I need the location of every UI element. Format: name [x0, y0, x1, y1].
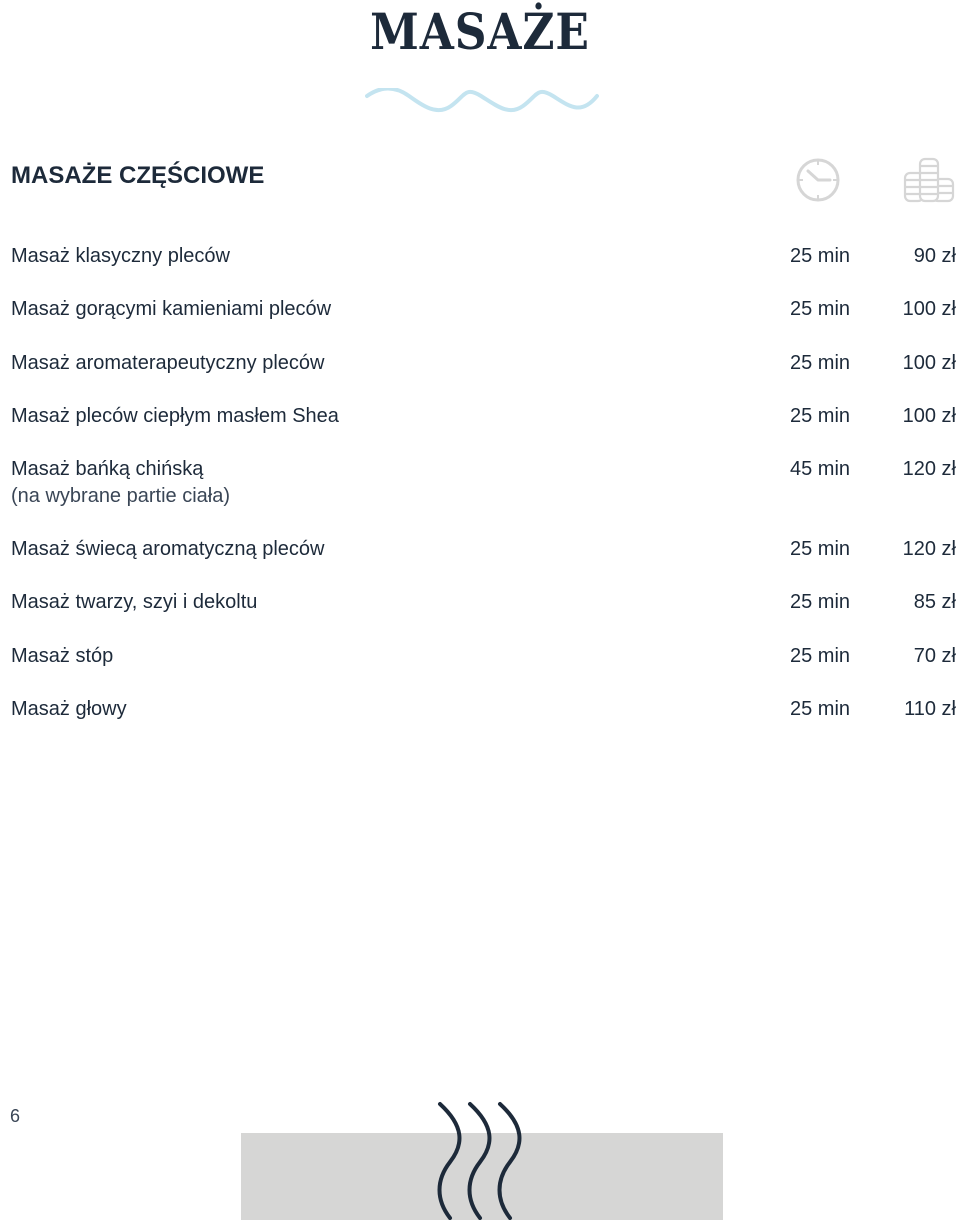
service-row: Masaż gorącymi kamieniami pleców 25 min … — [0, 293, 960, 346]
service-name: Masaż pleców ciepłym masłem Shea — [11, 404, 339, 427]
service-duration: 25 min — [789, 698, 851, 721]
service-name: Masaż twarzy, szyi i dekoltu — [11, 591, 258, 614]
section-heading: MASAŻE CZĘŚCIOWE — [11, 162, 265, 189]
service-name: Masaż stóp — [11, 644, 114, 667]
service-row: Masaż klasyczny pleców 25 min 90 zł — [0, 240, 960, 293]
service-price: 100 zł — [902, 404, 956, 427]
service-duration: 25 min — [789, 591, 851, 614]
service-name: Masaż głowy — [11, 698, 127, 721]
service-note: (na wybrane partie ciała) — [11, 485, 230, 508]
service-row: Masaż bańką chińską (na wybrane partie c… — [0, 453, 960, 533]
service-row: Masaż stóp 25 min 70 zł — [0, 640, 960, 693]
decorative-wave — [365, 88, 599, 113]
service-name: Masaż klasyczny pleców — [11, 245, 230, 267]
service-price: 110 zł — [904, 698, 956, 721]
service-row: Masaż głowy 25 min 110 zł — [0, 693, 960, 746]
steam-icon — [437, 1102, 522, 1220]
service-price: 100 zł — [902, 351, 956, 374]
service-name: Masaż bańką chińską — [11, 458, 204, 481]
service-row: Masaż aromaterapeutyczny pleców 25 min 1… — [0, 347, 960, 400]
service-price: 120 zł — [902, 458, 956, 481]
service-duration: 25 min — [789, 538, 851, 561]
service-duration: 25 min — [789, 351, 851, 374]
service-row: Masaż pleców ciepłym masłem Shea 25 min … — [0, 400, 960, 453]
service-duration: 25 min — [789, 298, 851, 321]
clock-icon — [796, 158, 840, 202]
page-number: 6 — [10, 1106, 21, 1126]
service-name: Masaż świecą aromatyczną pleców — [11, 538, 325, 561]
service-name: Masaż aromaterapeutyczny pleców — [11, 351, 325, 374]
service-price: 90 zł — [913, 245, 956, 267]
service-duration: 25 min — [789, 404, 851, 427]
service-price: 120 zł — [902, 538, 956, 561]
service-duration: 25 min — [789, 245, 851, 267]
service-list: Masaż klasyczny pleców 25 min 90 zł Masa… — [0, 240, 960, 746]
service-name: Masaż gorącymi kamieniami pleców — [11, 298, 332, 321]
service-row: Masaż świecą aromatyczną pleców 25 min 1… — [0, 533, 960, 586]
service-price: 100 zł — [902, 298, 956, 321]
service-duration: 45 min — [789, 458, 851, 481]
service-price: 70 zł — [913, 644, 956, 667]
coins-icon — [903, 157, 955, 203]
page-title: MASAŻE — [370, 2, 590, 61]
service-duration: 25 min — [789, 644, 851, 667]
service-price: 85 zł — [913, 591, 956, 614]
service-row: Masaż twarzy, szyi i dekoltu 25 min 85 z… — [0, 586, 960, 639]
